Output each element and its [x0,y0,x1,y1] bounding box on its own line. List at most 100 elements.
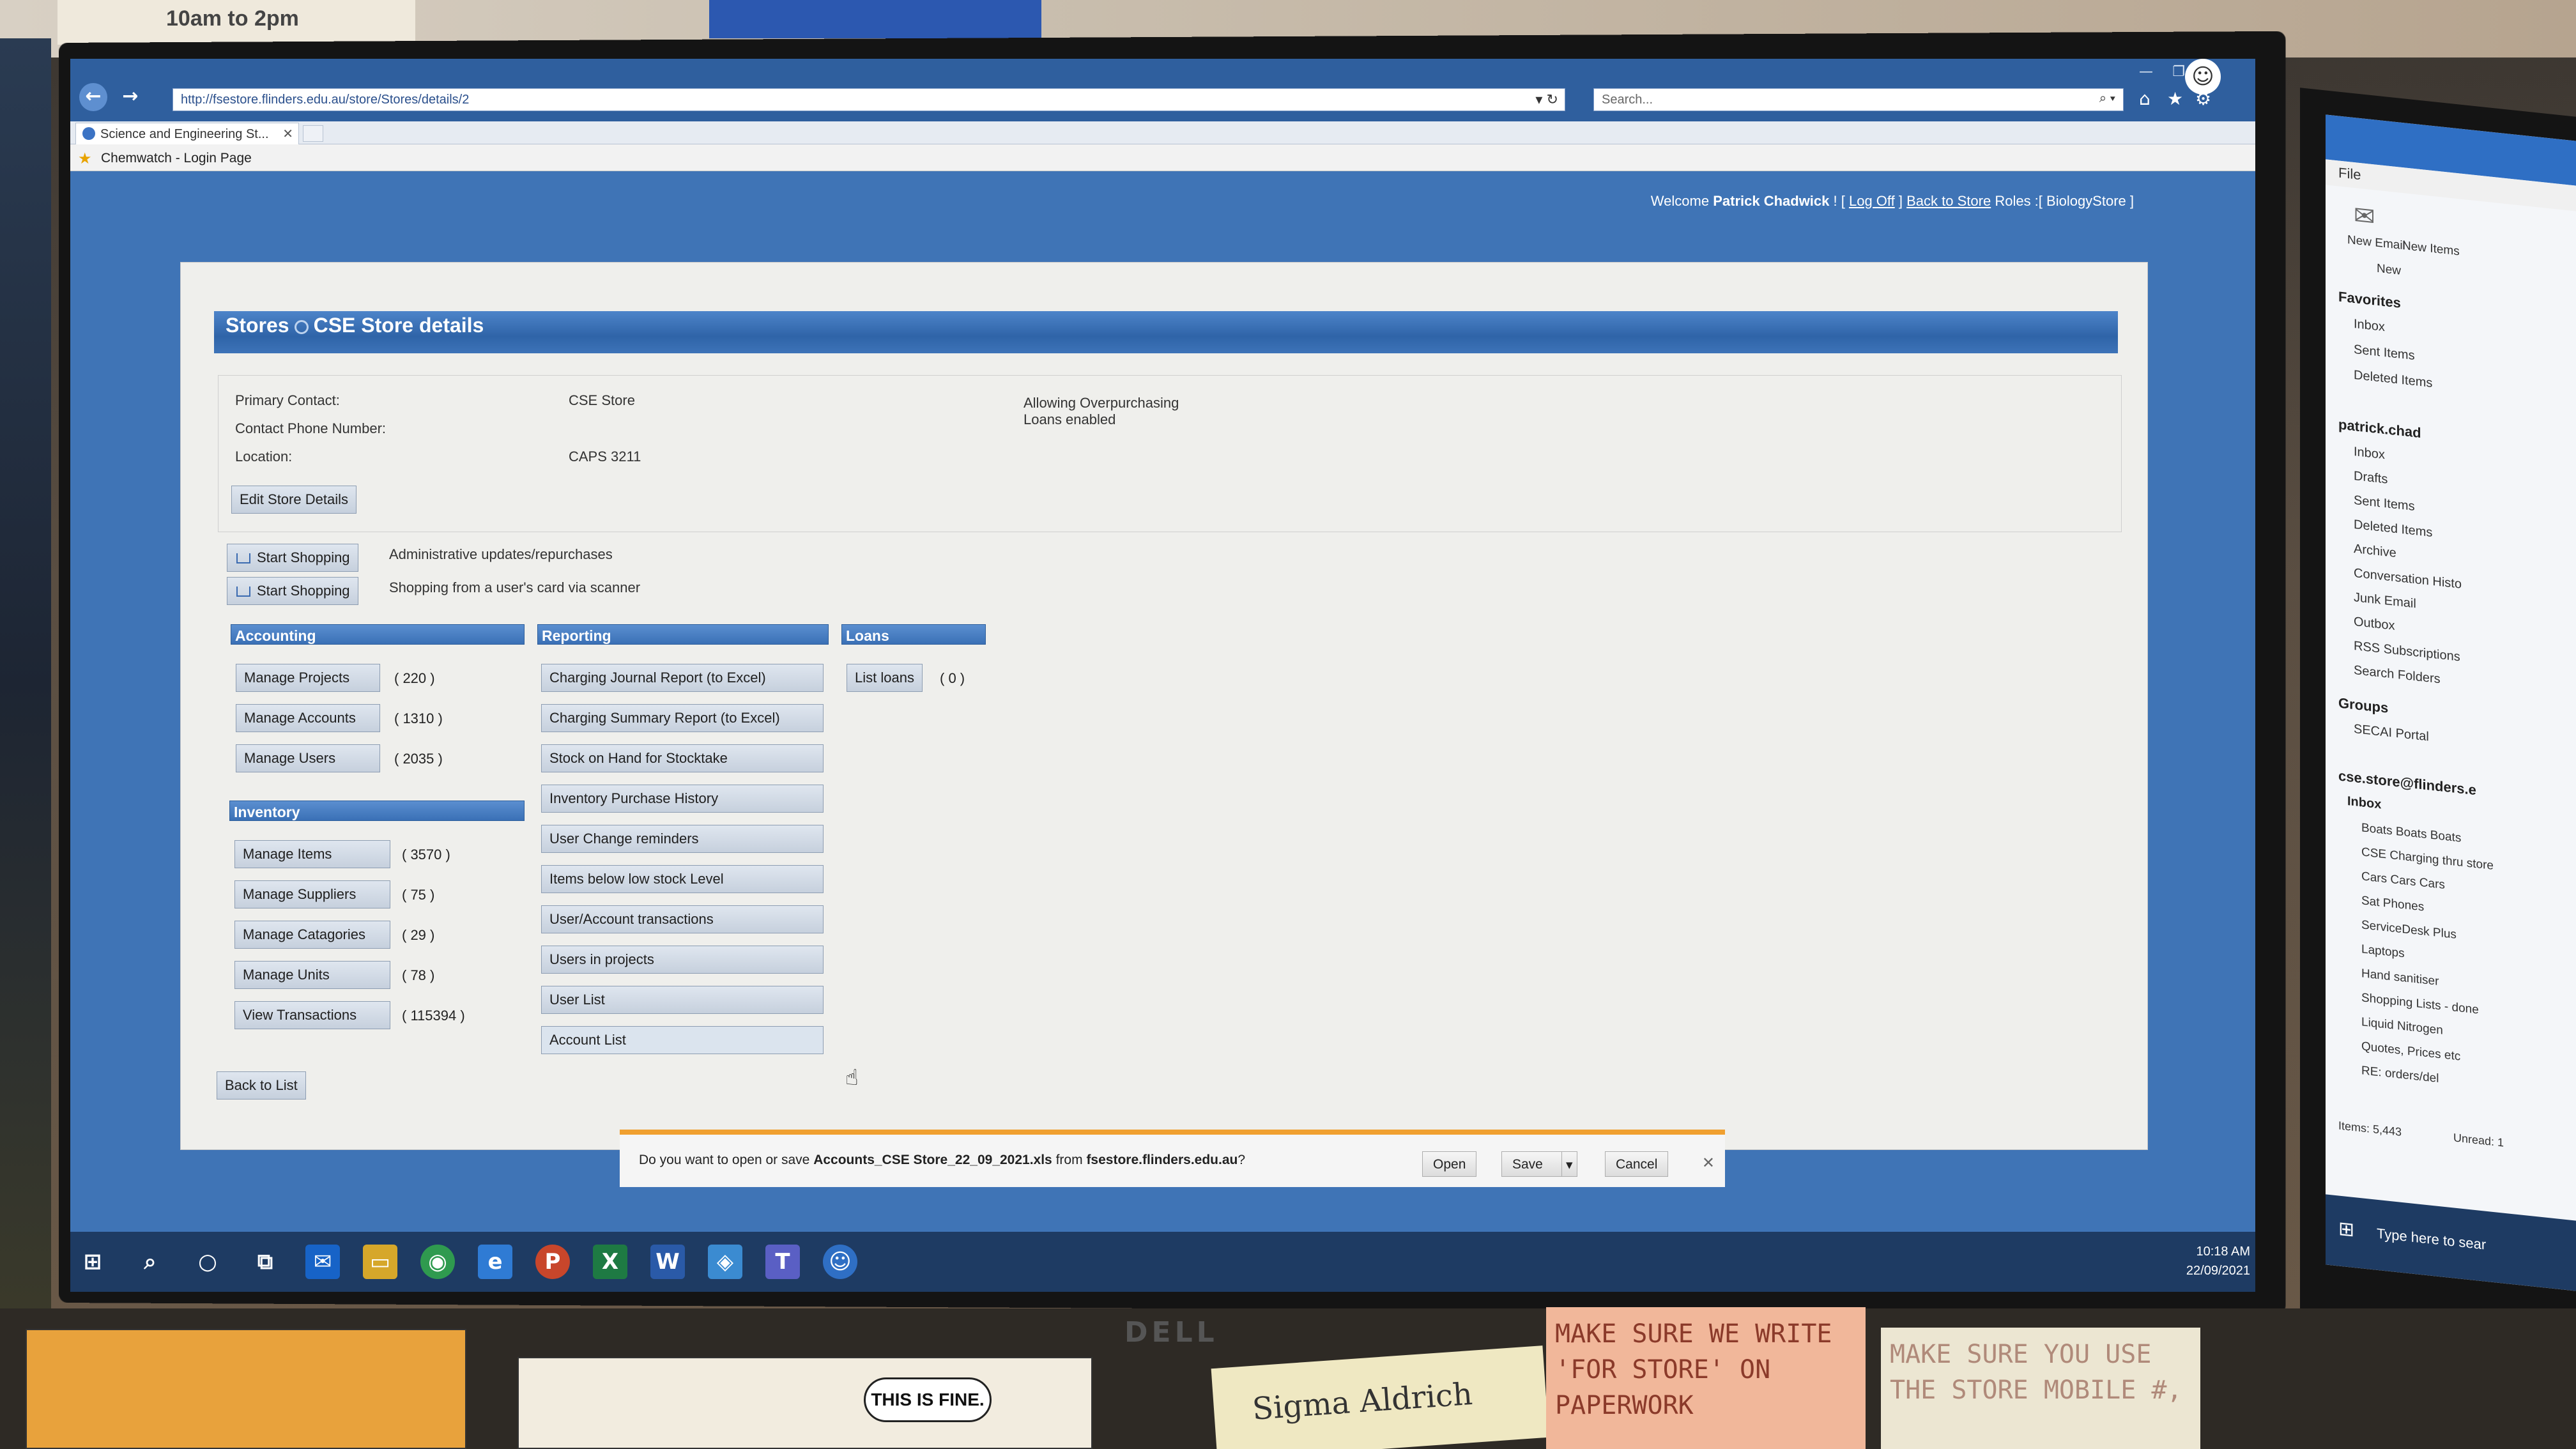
system-clock[interactable]: 10:18 AM 22/09/2021 [2186,1242,2250,1280]
open-button[interactable]: Open [1422,1151,1477,1177]
excel-icon[interactable]: X [593,1245,627,1279]
start-shopping-button[interactable]: Start Shopping [227,577,358,605]
new-tab-button[interactable] [303,125,323,142]
favorites-star-icon[interactable]: ★ [78,150,92,168]
charging-summary-report-button[interactable]: Charging Summary Report (to Excel) [541,704,824,732]
folder-item[interactable]: SECAI Portal [2354,722,2429,744]
manage-items-button[interactable]: Manage Items [234,840,390,868]
new-items-button[interactable]: New Items [2402,239,2460,259]
charging-journal-report-button[interactable]: Charging Journal Report (to Excel) [541,664,824,692]
manage-suppliers-button[interactable]: Manage Suppliers [234,880,390,908]
folder-item[interactable]: Archive [2354,542,2396,561]
refresh-icon[interactable]: ▾ ↻ [1535,91,1558,108]
manage-projects-button[interactable]: Manage Projects [236,664,380,692]
cart-icon [236,553,250,564]
file-explorer-icon[interactable]: ▭ [363,1245,397,1279]
favorite-link[interactable]: Chemwatch - Login Page [101,151,252,166]
users-in-projects-button[interactable]: Users in projects [541,946,824,974]
browser-search-input[interactable]: Search... ⌕ ▾ [1593,88,2124,111]
hand-cursor-icon: ☝ [845,1065,859,1091]
forward-icon[interactable]: → [116,83,144,111]
folder-item[interactable]: Deleted Items [2354,518,2432,540]
taskbar-search[interactable]: Type here to sear [2377,1225,2486,1254]
user-list-button[interactable]: User List [541,986,824,1014]
folder-item[interactable]: Liquid Nitrogen [2361,1015,2443,1038]
word-icon[interactable]: W [650,1245,685,1279]
inbox-folder[interactable]: Inbox [2347,794,2381,813]
inventory-purchase-history-button[interactable]: Inventory Purchase History [541,785,824,813]
close-icon[interactable]: ✕ [1702,1154,1715,1172]
teams-icon[interactable]: T [765,1245,800,1279]
folder-item[interactable]: ServiceDesk Plus [2361,918,2457,942]
folder-item[interactable]: Sent Items [2354,493,2415,514]
folder-item[interactable]: Boats Boats Boats [2361,821,2461,845]
start-shopping-button[interactable]: Start Shopping [227,544,358,572]
user-account-transactions-button[interactable]: User/Account transactions [541,905,824,933]
back-to-list-button[interactable]: Back to List [217,1071,306,1100]
account-header[interactable]: cse.store@flinders.e [2338,768,2476,799]
folder-item[interactable]: Cars Cars Cars [2361,870,2445,893]
favorites-header[interactable]: Favorites [2338,289,2401,312]
chrome-icon[interactable]: ◉ [420,1245,455,1279]
manage-accounts-button[interactable]: Manage Accounts [236,704,380,732]
folder-item[interactable]: Conversation Histo [2354,566,2462,592]
back-icon[interactable]: ← [79,83,107,111]
restore-icon[interactable]: ❐ [2172,64,2185,80]
powerpoint-icon[interactable]: P [535,1245,570,1279]
view-transactions-button[interactable]: View Transactions [234,1001,390,1029]
search-icon[interactable]: ⌕ [133,1245,167,1279]
folder-item[interactable]: Junk Email [2354,590,2416,611]
folder-item[interactable]: Laptops [2361,942,2405,961]
folder-item[interactable]: RSS Subscriptions [2354,639,2460,665]
folder-item[interactable]: RE: orders/del [2361,1064,2439,1086]
cortana-icon[interactable]: ○ [190,1245,225,1279]
new-email-icon[interactable]: ✉ [2354,201,2375,233]
folder-item[interactable]: Deleted Items [2354,368,2432,391]
windows-start-icon[interactable]: ⊞ [2338,1218,2354,1242]
app-icon[interactable]: ☺ [823,1245,857,1279]
windows-start-icon[interactable]: ⊞ [75,1245,110,1279]
folder-item[interactable]: Sat Phones [2361,894,2424,914]
folder-item[interactable]: CSE Charging thru store [2361,845,2494,873]
app-icon[interactable]: ◈ [708,1245,742,1279]
favorites-star-icon[interactable]: ★ [2167,88,2183,109]
browser-tab[interactable]: Science and Engineering St... ✕ [75,123,299,144]
items-below-low-stock-button[interactable]: Items below low stock Level [541,865,824,893]
edit-store-details-button[interactable]: Edit Store Details [231,486,356,514]
cancel-button[interactable]: Cancel [1605,1151,1669,1177]
outlook-icon[interactable]: ✉ [305,1245,340,1279]
settings-gear-icon[interactable]: ⚙ [2195,88,2211,109]
folder-item[interactable]: Hand sanitiser [2361,967,2439,989]
user-change-reminders-button[interactable]: User Change reminders [541,825,824,853]
close-tab-icon[interactable]: ✕ [282,126,293,142]
log-off-link[interactable]: Log Off [1849,193,1895,209]
manage-categories-button[interactable]: Manage Catagories [234,921,390,949]
task-view-icon[interactable]: ⧉ [248,1245,282,1279]
address-bar[interactable]: http://fsestore.flinders.edu.au/store/St… [172,88,1565,111]
account-list-button[interactable]: Account List [541,1026,824,1054]
page-title: Stores CSE Store details [214,311,2118,353]
account-header[interactable]: patrick.chad [2338,417,2421,442]
folder-item[interactable]: Inbox [2354,317,2385,335]
save-button[interactable]: Save [1501,1151,1570,1177]
minimize-icon[interactable]: — [2139,64,2153,80]
folder-item[interactable]: Quotes, Prices etc [2361,1039,2460,1064]
groups-header[interactable]: Groups [2338,695,2388,717]
back-to-store-link[interactable]: Back to Store [1906,193,1991,209]
folder-item[interactable]: Sent Items [2354,342,2415,364]
folder-item[interactable]: Outbox [2354,615,2395,634]
folder-item[interactable]: Drafts [2354,469,2388,487]
manage-units-button[interactable]: Manage Units [234,961,390,989]
internet-explorer-icon[interactable]: e [478,1245,512,1279]
home-icon[interactable]: ⌂ [2139,88,2150,109]
search-icon[interactable]: ⌕ ▾ [2099,91,2115,106]
folder-item[interactable]: Shopping Lists - done [2361,991,2479,1017]
manage-users-button[interactable]: Manage Users [236,744,380,772]
new-email-button[interactable]: New Email [2347,233,2405,254]
stock-on-hand-button[interactable]: Stock on Hand for Stocktake [541,744,824,772]
breadcrumb-root[interactable]: Stores [226,314,289,337]
save-options-chevron-down-icon[interactable]: ▾ [1561,1151,1577,1177]
list-loans-button[interactable]: List loans [847,664,923,692]
folder-item[interactable]: Search Folders [2354,663,2441,687]
folder-item[interactable]: Inbox [2354,445,2385,463]
